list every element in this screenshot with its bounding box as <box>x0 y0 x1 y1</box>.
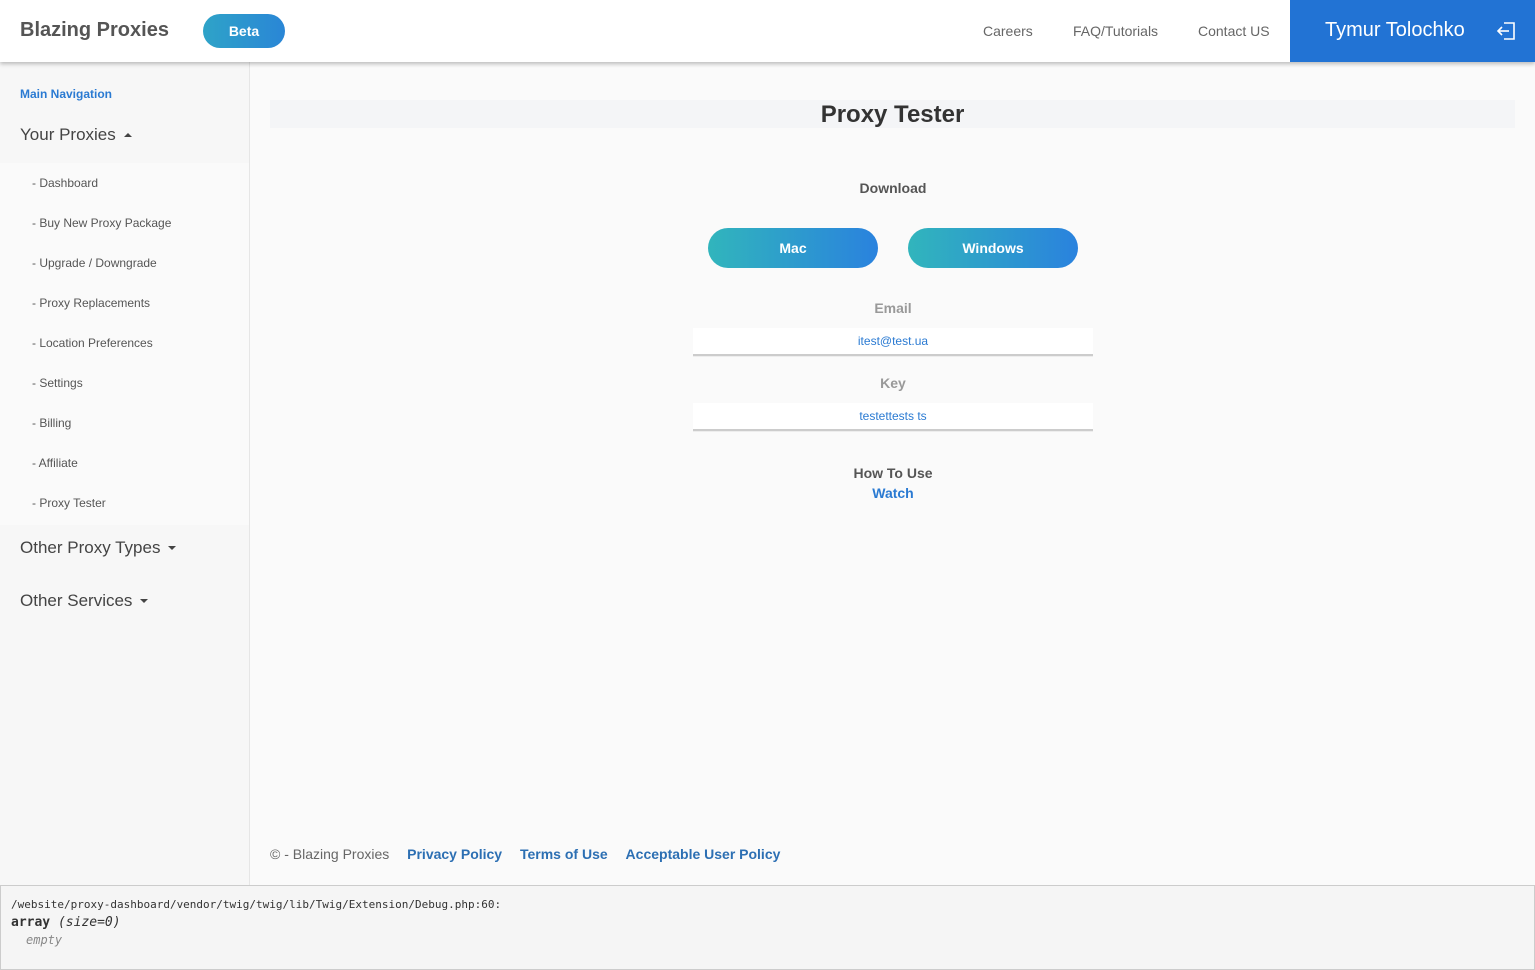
sidebar-heading: Main Navigation <box>20 87 113 101</box>
key-field[interactable]: testettests ts <box>693 403 1093 431</box>
sidebar-group-label: Other Services <box>20 591 133 610</box>
sidebar-item-settings[interactable]: - Settings <box>32 376 83 390</box>
nav-link-careers[interactable]: Careers <box>983 23 1033 39</box>
sidebar-item-upgrade[interactable]: - Upgrade / Downgrade <box>32 256 157 270</box>
email-field[interactable]: itest@test.ua <box>693 328 1093 356</box>
download-label: Download <box>859 180 927 196</box>
nav-link-contact[interactable]: Contact US <box>1198 23 1270 39</box>
debug-empty: empty <box>26 933 63 947</box>
debug-path: /website/proxy-dashboard/vendor/twig/twi… <box>11 898 502 911</box>
caret-down-icon <box>140 599 149 603</box>
top-header: Blazing Proxies Beta Careers FAQ/Tutoria… <box>0 0 1535 62</box>
debug-output-panel: /website/proxy-dashboard/vendor/twig/twi… <box>0 885 1535 970</box>
sidebar-group-other-proxy-types[interactable]: Other Proxy Types <box>20 538 177 558</box>
sidebar-group-label: Other Proxy Types <box>20 538 161 557</box>
debug-array-line: array (size=0) <box>11 915 1524 930</box>
sidebar: Main Navigation Your Proxies - Dashboard… <box>0 62 250 885</box>
sidebar-group-label: Your Proxies <box>20 125 116 144</box>
debug-size: (size=0) <box>57 915 121 930</box>
terms-of-use-link[interactable]: Terms of Use <box>520 846 608 862</box>
your-proxies-submenu: - Dashboard - Buy New Proxy Package - Up… <box>0 163 249 525</box>
nav-link-faq[interactable]: FAQ/Tutorials <box>1073 23 1158 39</box>
privacy-policy-link[interactable]: Privacy Policy <box>407 846 502 862</box>
user-box: Tymur Tolochko <box>1290 0 1535 62</box>
logout-icon[interactable] <box>1495 20 1517 42</box>
sidebar-group-your-proxies[interactable]: Your Proxies <box>20 125 132 145</box>
sidebar-item-dashboard[interactable]: - Dashboard <box>32 176 98 190</box>
brand-logo-text[interactable]: Blazing Proxies <box>20 19 169 42</box>
acceptable-use-policy-link[interactable]: Acceptable User Policy <box>626 846 781 862</box>
sidebar-group-other-services[interactable]: Other Services <box>20 591 149 611</box>
caret-down-icon <box>168 546 177 550</box>
footer: © - Blazing Proxies Privacy Policy Terms… <box>270 846 794 862</box>
how-to-use-label: How To Use <box>853 465 933 481</box>
sidebar-item-location[interactable]: - Location Preferences <box>32 336 153 350</box>
page-title: Proxy Tester <box>820 101 965 128</box>
email-label: Email <box>874 300 912 316</box>
sidebar-item-buy-package[interactable]: - Buy New Proxy Package <box>32 216 171 230</box>
user-name[interactable]: Tymur Tolochko <box>1325 19 1465 42</box>
sidebar-item-affiliate[interactable]: - Affiliate <box>32 456 78 470</box>
sidebar-item-replacements[interactable]: - Proxy Replacements <box>32 296 150 310</box>
key-label: Key <box>880 375 906 391</box>
footer-copyright: © - Blazing Proxies <box>270 846 390 862</box>
sidebar-item-billing[interactable]: - Billing <box>32 416 71 430</box>
debug-type: array <box>11 915 51 930</box>
caret-up-icon <box>123 133 132 137</box>
beta-badge[interactable]: Beta <box>203 14 285 48</box>
sidebar-item-proxy-tester[interactable]: - Proxy Tester <box>32 496 106 510</box>
download-windows-button[interactable]: Windows <box>908 228 1078 268</box>
watch-link[interactable]: Watch <box>872 485 913 501</box>
download-mac-button[interactable]: Mac <box>708 228 878 268</box>
